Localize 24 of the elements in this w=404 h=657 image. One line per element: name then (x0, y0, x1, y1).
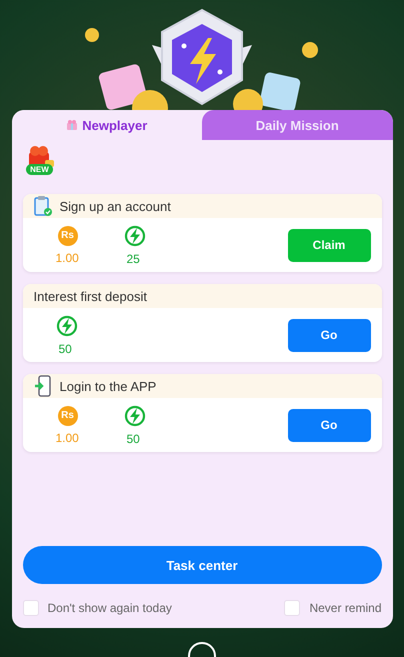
reward-amount: 1.00 (56, 430, 79, 444)
gift-icon (66, 119, 78, 131)
checkbox[interactable] (284, 600, 300, 616)
rupee-coin-icon: Rs (58, 226, 78, 246)
task-button[interactable]: Go (288, 318, 370, 352)
task-title: Login to the APP (60, 378, 156, 394)
reward-amount: 1.00 (56, 250, 79, 264)
task-button[interactable]: Claim (288, 228, 370, 262)
checkbox[interactable] (22, 600, 38, 616)
reward-amount: 25 (126, 252, 140, 266)
task-center-button[interactable]: Task center (22, 546, 382, 584)
tab[interactable]: Daily Mission (202, 110, 392, 140)
option-label: Never remind (309, 601, 382, 615)
rupee-coin-icon: Rs (58, 406, 78, 426)
lightning-icon (124, 404, 146, 426)
task-title: Interest first deposit (34, 288, 147, 304)
lightning-icon (56, 314, 78, 336)
task-title: Sign up an account (60, 198, 171, 214)
reward-amount: 50 (126, 432, 140, 446)
reward-amount: 50 (58, 342, 72, 356)
lightning-icon (124, 224, 146, 246)
clipboard-check-icon (34, 195, 52, 217)
task-button[interactable]: Go (288, 408, 370, 442)
option-label: Don't show again today (48, 601, 172, 615)
